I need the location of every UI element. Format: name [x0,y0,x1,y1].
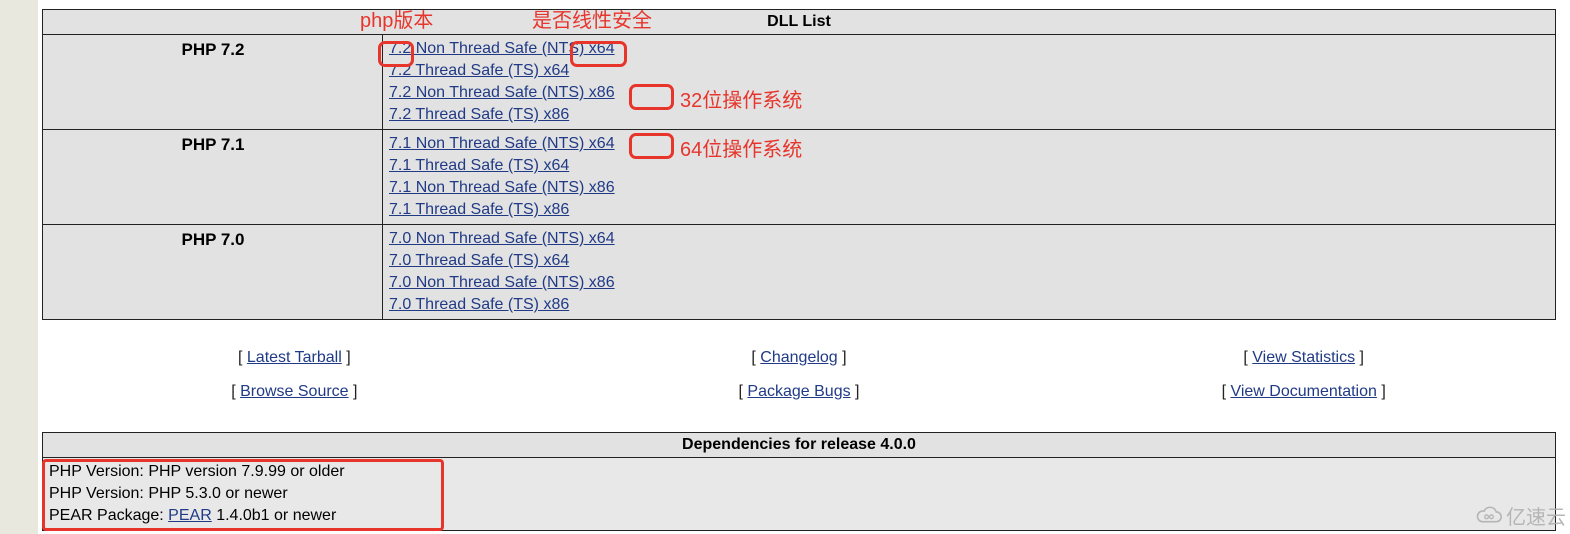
php-version-cell: PHP 7.1 [43,130,383,225]
dll-link[interactable]: 7.0 Thread Safe (TS) x86 [389,296,569,313]
annotation-box-x86 [629,84,674,110]
dll-link[interactable]: 7.2 Non Thread Safe (NTS) x86 [389,84,615,101]
footer-link-row-2: [ Browse Source ] [ Package Bugs ] [ Vie… [42,383,1556,401]
dll-link[interactable]: 7.0 Non Thread Safe (NTS) x86 [389,274,615,291]
dll-list-table: DLL List PHP 7.2 7.2 Non Thread Safe (NT… [42,9,1556,320]
dll-link[interactable]: 7.1 Non Thread Safe (NTS) x64 [389,135,615,152]
annotation-32bit-label: 32位操作系统 [680,84,802,113]
cloud-icon [1476,506,1502,526]
annotation-box-version [378,41,414,67]
annotation-box-x64 [629,133,674,159]
dll-link[interactable]: 7.0 Non Thread Safe (NTS) x64 [389,230,615,247]
annotation-64bit-label: 64位操作系统 [680,133,802,162]
annotation-thread-safe-label: 是否线性安全 [532,4,652,33]
dependencies-header: Dependencies for release 4.0.0 [43,433,1556,458]
annotation-box-dependencies [42,459,444,531]
latest-tarball-link[interactable]: Latest Tarball [247,349,342,366]
table-row: PHP 7.0 7.0 Non Thread Safe (NTS) x64 7.… [43,225,1556,320]
watermark: 亿速云 [1476,501,1566,530]
php-version-cell: PHP 7.2 [43,35,383,130]
php-version-cell: PHP 7.0 [43,225,383,320]
dll-links-cell: 7.2 Non Thread Safe (NTS) x64 7.2 Thread… [383,35,1556,130]
dll-link[interactable]: 7.1 Thread Safe (TS) x64 [389,157,569,174]
view-documentation-link[interactable]: View Documentation [1230,383,1376,400]
changelog-link[interactable]: Changelog [760,349,837,366]
dll-link[interactable]: 7.2 Thread Safe (TS) x86 [389,106,569,123]
dll-link[interactable]: 7.2 Thread Safe (TS) x64 [389,62,569,79]
browse-source-link[interactable]: Browse Source [240,383,349,400]
dll-link[interactable]: 7.0 Thread Safe (TS) x64 [389,252,569,269]
dll-links-cell: 7.0 Non Thread Safe (NTS) x64 7.0 Thread… [383,225,1556,320]
left-gutter [0,0,38,534]
view-statistics-link[interactable]: View Statistics [1252,349,1355,366]
dll-links-cell: 7.1 Non Thread Safe (NTS) x64 7.1 Thread… [383,130,1556,225]
footer-link-row-1: [ Latest Tarball ] [ Changelog ] [ View … [42,349,1556,367]
annotation-box-nts [570,41,627,67]
dll-link[interactable]: 7.1 Non Thread Safe (NTS) x86 [389,179,615,196]
dll-link[interactable]: 7.1 Thread Safe (TS) x86 [389,201,569,218]
table-row: PHP 7.2 7.2 Non Thread Safe (NTS) x64 7.… [43,35,1556,130]
annotation-php-version-label: php版本 [360,4,433,33]
watermark-text: 亿速云 [1506,501,1566,530]
dll-list-header: DLL List [43,10,1556,35]
package-bugs-link[interactable]: Package Bugs [747,383,850,400]
